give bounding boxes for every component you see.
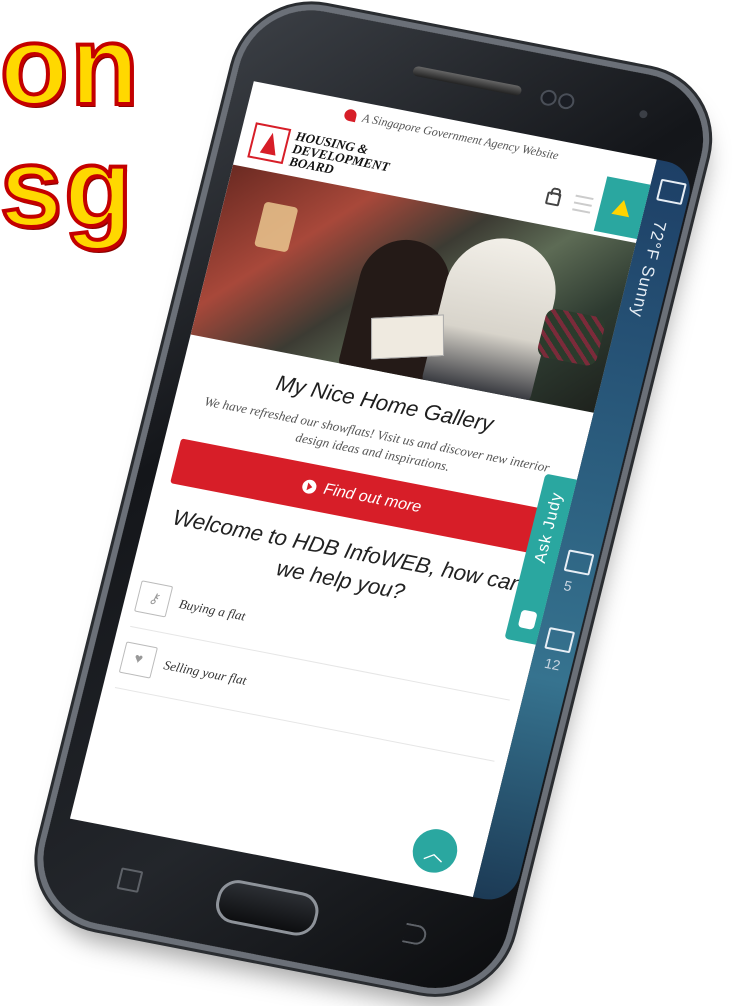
calendar-count: 12 bbox=[542, 654, 563, 674]
home-button[interactable] bbox=[211, 876, 323, 939]
front-camera-icon bbox=[538, 88, 559, 108]
help-item-label: Buying a flat bbox=[177, 596, 248, 624]
proximity-sensor-icon bbox=[638, 109, 649, 119]
login-lock-icon[interactable] bbox=[544, 190, 562, 207]
warning-icon bbox=[611, 198, 633, 218]
hero-magazine bbox=[371, 314, 445, 360]
mail-icon[interactable] bbox=[563, 549, 595, 576]
help-item-label: Selling your flat bbox=[162, 657, 249, 688]
mail-count: 5 bbox=[562, 577, 574, 595]
hamburger-menu-icon[interactable] bbox=[572, 194, 594, 214]
chevron-right-circle-icon bbox=[300, 478, 318, 495]
hdb-logo-text[interactable]: HOUSING & DEVELOPMENT BOARD bbox=[288, 128, 394, 186]
recent-apps-icon[interactable] bbox=[116, 867, 144, 893]
lion-head-icon bbox=[343, 108, 359, 123]
phone-screen: A Singapore Government Agency Website HO… bbox=[69, 81, 657, 897]
chat-bubble-icon bbox=[517, 609, 538, 630]
back-icon[interactable] bbox=[401, 922, 429, 947]
find-out-more-label: Find out more bbox=[321, 480, 423, 517]
heart-house-icon: ♥ bbox=[118, 641, 158, 679]
hero-lamp bbox=[253, 201, 299, 253]
hero-cushion bbox=[535, 307, 607, 368]
front-sensor-icon bbox=[556, 91, 577, 111]
stage: on sg A Singapore Government Agency Webs… bbox=[0, 0, 741, 1006]
key-icon: ⚷ bbox=[134, 580, 174, 618]
scroll-to-top-button[interactable]: ︿ bbox=[408, 825, 462, 877]
headline-fragment-2: sg bbox=[0, 125, 135, 250]
earpiece-speaker bbox=[411, 65, 523, 97]
headline-fragment-1: on bbox=[0, 3, 141, 128]
calendar-icon[interactable] bbox=[544, 626, 576, 654]
chevron-up-icon: ︿ bbox=[421, 838, 448, 866]
header-actions bbox=[544, 189, 594, 214]
hdb-logo-icon[interactable] bbox=[247, 122, 292, 165]
weather-widget-icon bbox=[656, 178, 687, 206]
